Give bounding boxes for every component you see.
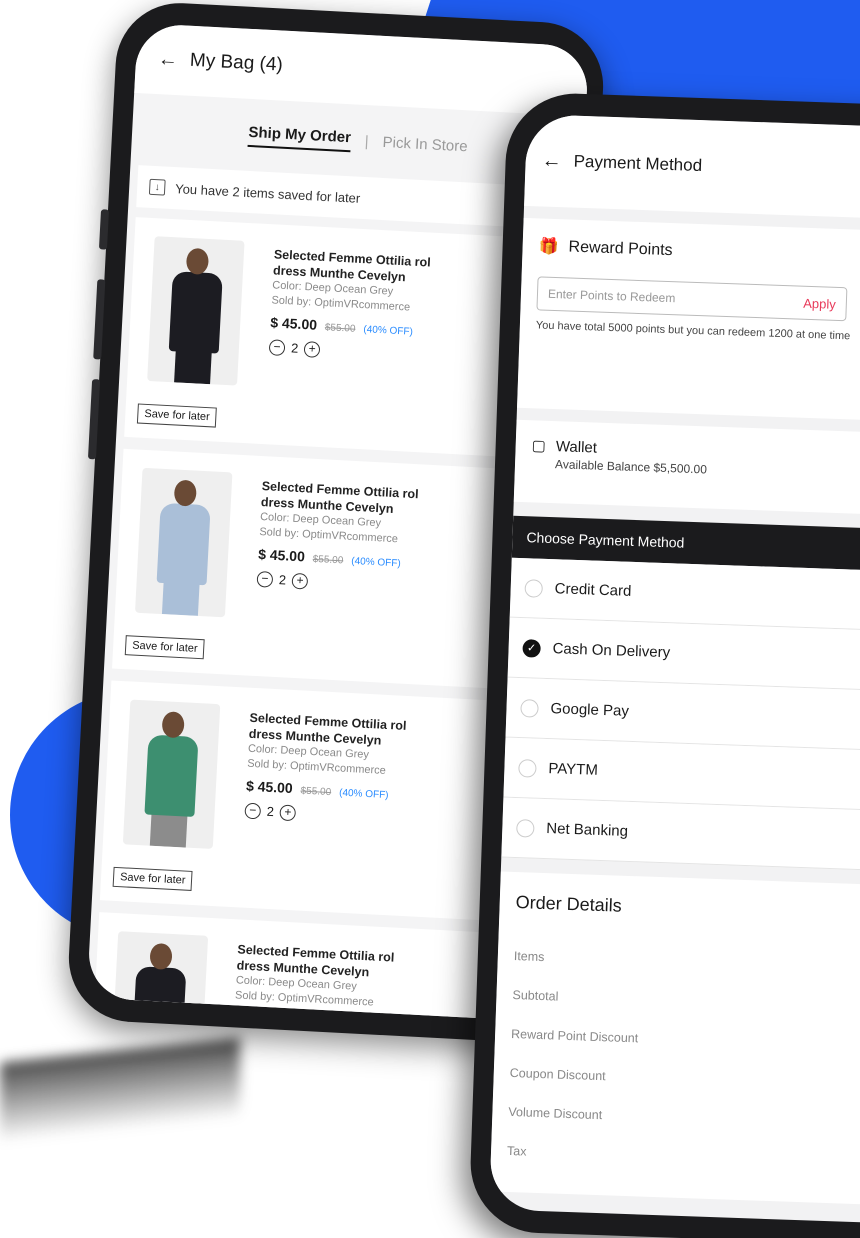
reward-label: Reward Points xyxy=(568,238,673,260)
payment-method-option[interactable]: Net Banking⌂ xyxy=(501,797,860,875)
phone-payment: ← Payment Method 🎁 Reward Points 500 Ent… xyxy=(468,91,860,1238)
save-for-later-button[interactable]: Save for later xyxy=(112,866,193,891)
model-garment xyxy=(144,734,199,817)
bag-item[interactable]: Selected Femme Ottilia rol dress Munthe C… xyxy=(87,912,535,1022)
tab-pick-in-store[interactable]: Pick In Store xyxy=(382,133,468,154)
quantity-stepper: −2 + xyxy=(256,570,437,596)
quantity-value: 2 xyxy=(290,340,299,356)
product-price: $ 45.00 xyxy=(257,545,306,565)
price-row: $ 45.00 $55.00 (40% OFF) xyxy=(270,314,451,342)
product-info: Selected Femme Ottilia rol dress Munthe C… xyxy=(232,941,417,1021)
order-detail-label: Items xyxy=(513,949,545,965)
wallet-label: Wallet xyxy=(555,437,598,457)
gift-icon: 🎁 xyxy=(538,238,559,257)
order-details-rows: Items7Subtotal$204.50Reward Point Discou… xyxy=(506,949,860,1199)
product-discount: (40% OFF) xyxy=(350,555,401,570)
radio-button[interactable]: ✓ xyxy=(522,638,541,658)
product-discount: (40% OFF) xyxy=(338,787,389,802)
order-detail-label: Reward Point Discount xyxy=(510,1026,639,1046)
product-info: Selected Femme Ottilia rol dress Munthe C… xyxy=(256,478,441,596)
back-arrow-icon[interactable]: ← xyxy=(541,149,562,173)
phone-volume-down-button xyxy=(87,379,101,460)
order-details-title: Order Details xyxy=(515,892,623,916)
product-info: Selected Femme Ottilia rol dress Munthe C… xyxy=(244,710,429,828)
payment-method-label: Credit Card xyxy=(554,580,632,600)
tab-ship-my-order[interactable]: Ship My Order xyxy=(247,123,352,152)
price-row: $ 45.00 $55.00 (40% OFF) xyxy=(258,546,439,574)
reward-note: You have total 5000 points but you can r… xyxy=(535,319,851,343)
product-old-price: $55.00 xyxy=(300,785,332,799)
tab-separator: | xyxy=(364,132,370,150)
product-old-price: $55.00 xyxy=(288,1015,319,1021)
order-detail-label: Subtotal xyxy=(512,987,559,1004)
model-garment xyxy=(168,271,223,354)
payment-method-label: Google Pay xyxy=(550,700,630,720)
product-old-price: $55.00 xyxy=(312,553,344,567)
plus-icon[interactable]: + xyxy=(291,572,309,590)
product-photo[interactable] xyxy=(147,236,245,386)
redeem-placeholder: Enter Points to Redeem xyxy=(547,286,676,306)
wallet-card[interactable]: ▢ Wallet Available Balance $5,500.00 ✓ xyxy=(513,419,860,519)
reward-points-card: 🎁 Reward Points 500 Enter Points to Rede… xyxy=(517,217,860,425)
model-head xyxy=(149,942,173,970)
product-price: $ 45.00 xyxy=(233,1009,282,1022)
quantity-value: 2 xyxy=(266,803,275,820)
payment-title: Payment Method xyxy=(573,151,703,176)
quantity-stepper: −2 + xyxy=(244,802,425,828)
radio-button[interactable] xyxy=(524,578,544,598)
plus-icon[interactable]: + xyxy=(303,341,321,358)
payment-method-label: Cash On Delivery xyxy=(552,640,671,662)
order-detail-label: Coupon Discount xyxy=(509,1065,606,1084)
model-garment xyxy=(156,502,211,586)
bag-title: My Bag (4) xyxy=(189,49,284,76)
quantity-stepper: −2 + xyxy=(268,339,450,364)
wallet-icon: ▢ xyxy=(531,437,547,455)
product-discount: (40% OFF) xyxy=(363,324,414,338)
save-for-later-button[interactable]: Save for later xyxy=(124,635,206,660)
redeem-points-input[interactable]: Enter Points to Redeem Apply xyxy=(536,276,848,322)
saved-icon: ↓ xyxy=(148,178,166,196)
product-old-price: $55.00 xyxy=(324,322,356,335)
minus-icon[interactable]: − xyxy=(256,570,274,588)
apply-button[interactable]: Apply xyxy=(803,295,836,311)
product-price: $ 45.00 xyxy=(245,777,294,797)
payment-method-label: PAYTM xyxy=(548,760,599,779)
payment-method-label: Net Banking xyxy=(546,820,629,840)
price-row: $ 45.00 $55.00 (40% OFF) xyxy=(246,778,427,806)
order-detail-label: Tax xyxy=(506,1143,527,1159)
model-head xyxy=(173,479,197,507)
quantity-value: 2 xyxy=(278,572,287,588)
minus-icon[interactable]: − xyxy=(244,802,262,820)
radio-button[interactable] xyxy=(518,758,537,778)
payment-header: ← Payment Method xyxy=(524,113,860,223)
plus-icon[interactable]: + xyxy=(279,804,297,822)
minus-icon[interactable]: − xyxy=(268,339,286,357)
payment-screen: ← Payment Method 🎁 Reward Points 500 Ent… xyxy=(489,113,860,1227)
model-garment xyxy=(132,966,187,1022)
model-head xyxy=(185,247,210,275)
floor-shadow xyxy=(0,1037,240,1143)
phone-volume-up-button xyxy=(93,279,106,360)
model-head xyxy=(161,711,185,739)
order-detail-label: Volume Discount xyxy=(508,1104,603,1123)
saved-note: You have 2 items saved for later xyxy=(174,180,361,206)
back-arrow-icon[interactable]: ← xyxy=(157,48,178,72)
save-for-later-button[interactable]: Save for later xyxy=(136,403,218,428)
order-details-card: Order Details Items7Subtotal$204.50Rewar… xyxy=(489,871,860,1209)
product-info: Selected Femme Ottilia rol dress Munthe C… xyxy=(268,246,454,364)
radio-button[interactable] xyxy=(520,698,539,718)
product-photo[interactable] xyxy=(122,699,221,849)
product-discount: (40% OFF) xyxy=(327,1017,377,1021)
radio-button[interactable] xyxy=(516,818,535,838)
product-photo[interactable] xyxy=(134,467,233,618)
payment-method-list: Credit Card▤✓Cash On Delivery▣Google Pay… xyxy=(501,557,860,875)
product-price: $ 45.00 xyxy=(269,314,318,333)
phone-mute-button xyxy=(98,209,110,250)
product-photo[interactable] xyxy=(110,931,209,1022)
